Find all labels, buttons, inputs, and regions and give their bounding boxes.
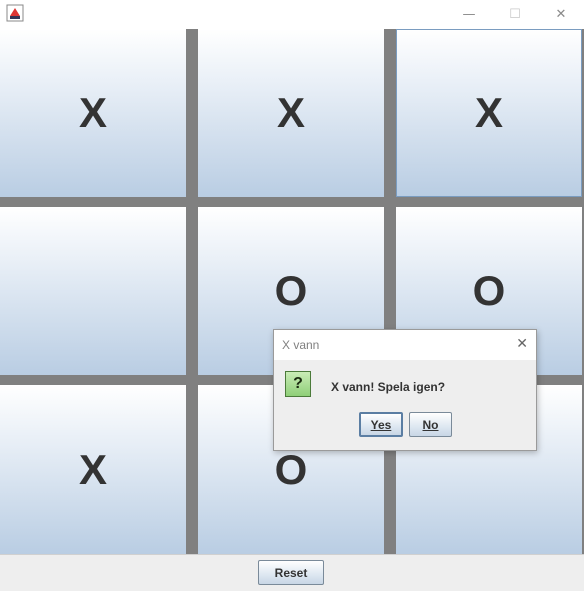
minimize-icon: — xyxy=(462,7,476,22)
dialog-message: X vann! Spela igen? xyxy=(331,380,446,394)
board-cell-2-0[interactable]: X xyxy=(0,385,186,554)
close-button[interactable]: ✕ xyxy=(538,0,584,29)
board-cell-1-0[interactable] xyxy=(0,207,186,375)
no-button-label: No xyxy=(422,417,439,432)
dialog-titlebar: X vann ✕ xyxy=(274,330,536,360)
maximize-button[interactable]: ☐ xyxy=(492,0,538,29)
bottom-bar: Reset xyxy=(0,554,584,591)
close-icon: ✕ xyxy=(555,7,567,22)
game-over-dialog: X vann ✕ ? X vann! Spela igen? Yes No xyxy=(273,329,537,451)
game-board: X X X O O X O xyxy=(0,29,584,554)
maximize-icon: ☐ xyxy=(509,7,521,22)
yes-button-label: Yes xyxy=(370,417,392,432)
board-cell-0-0[interactable]: X xyxy=(0,29,186,197)
dialog-close-icon[interactable]: ✕ xyxy=(516,336,528,352)
minimize-button[interactable]: — xyxy=(446,0,492,29)
board-cell-0-2[interactable]: X xyxy=(396,29,582,197)
yes-button[interactable]: Yes xyxy=(359,412,403,437)
no-button[interactable]: No xyxy=(409,412,452,437)
board-cell-0-1[interactable]: X xyxy=(198,29,384,197)
window-titlebar: — ☐ ✕ xyxy=(0,0,584,29)
reset-button[interactable]: Reset xyxy=(258,560,324,585)
app-icon xyxy=(6,4,24,22)
question-icon: ? xyxy=(285,371,311,397)
dialog-title: X vann xyxy=(282,338,320,352)
